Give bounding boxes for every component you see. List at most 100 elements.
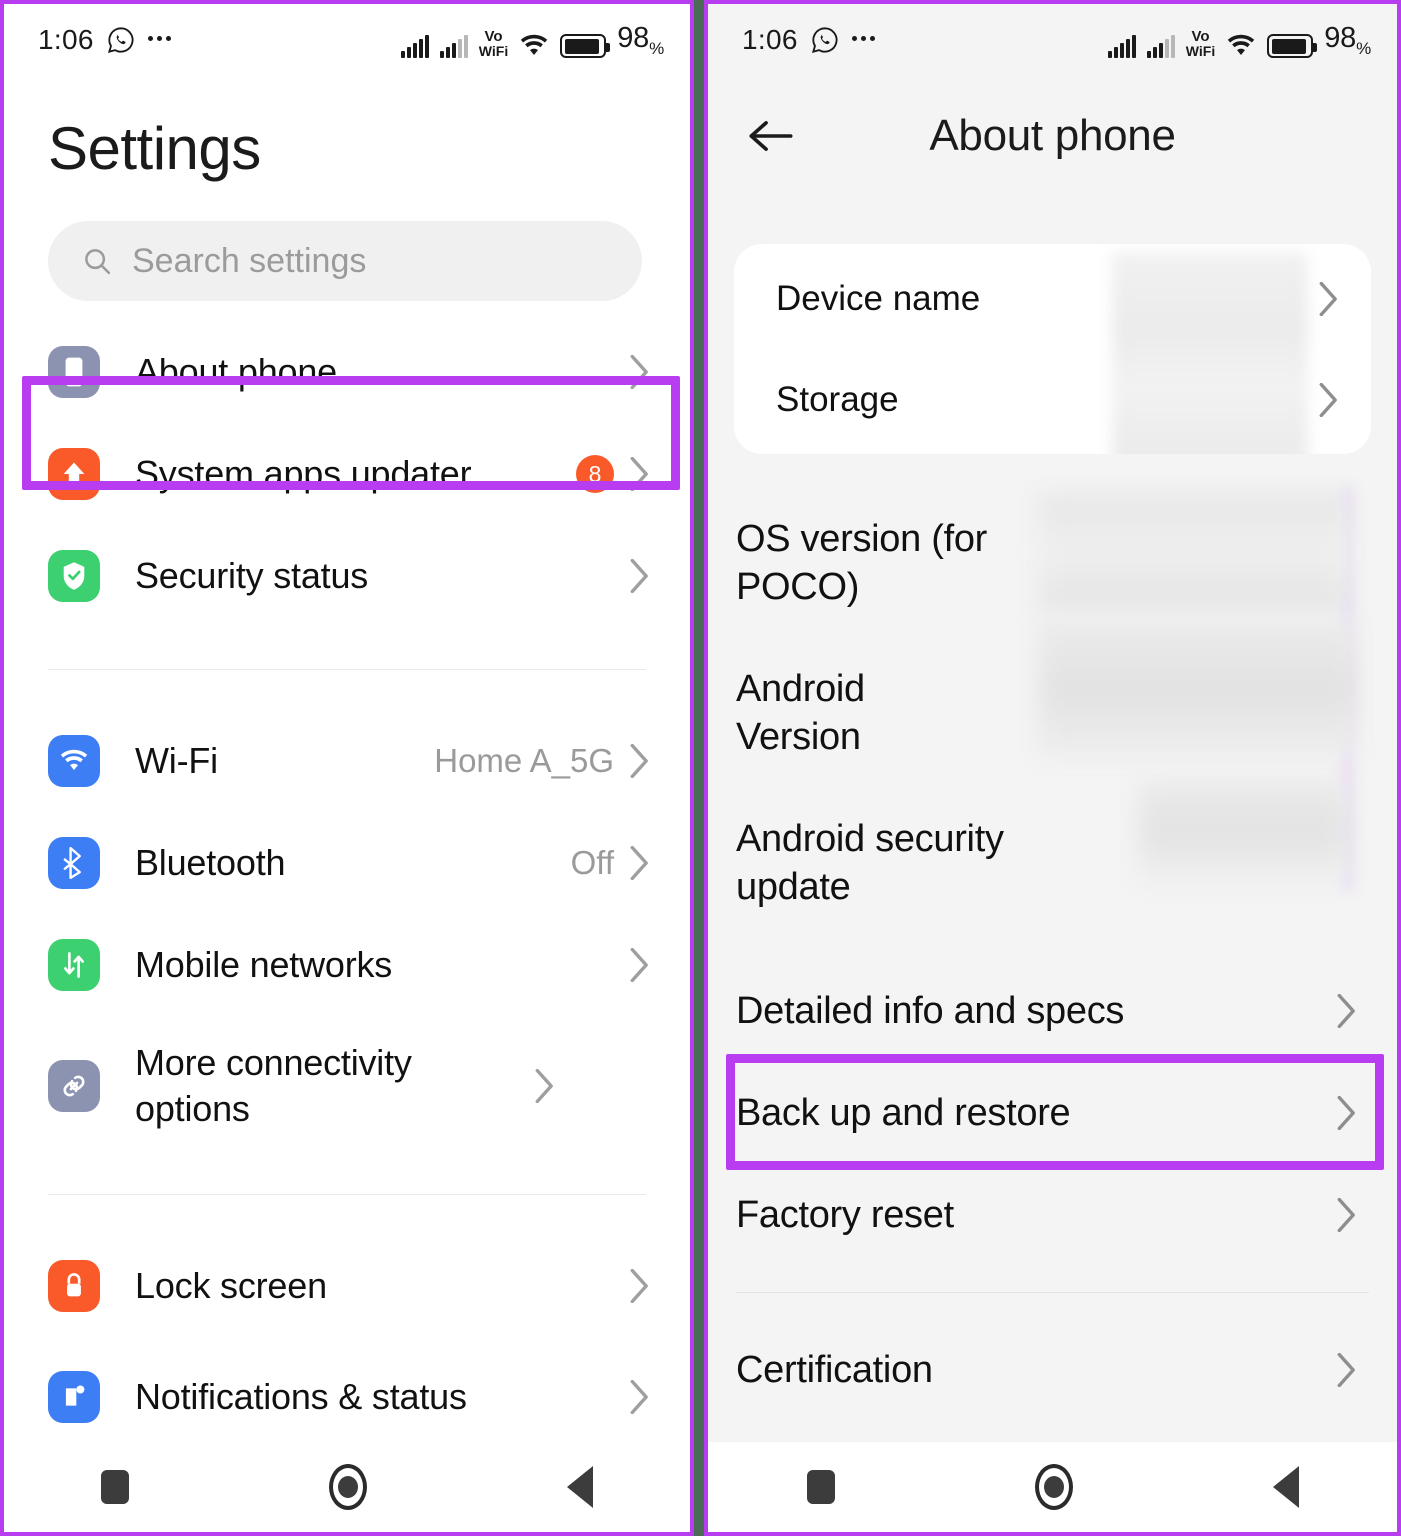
chevron-right-icon [1337, 1096, 1355, 1130]
link-icon [48, 1060, 100, 1112]
menu-section-divider [736, 1292, 1369, 1293]
section-divider-2 [48, 1194, 646, 1195]
battery-unit: % [1356, 38, 1371, 58]
chevron-right-icon [630, 559, 648, 593]
sidebar-item-bluetooth[interactable]: Bluetooth Off [4, 812, 690, 914]
sidebar-item-about-phone[interactable]: About phone [4, 321, 690, 423]
action-menu-list-2: Certification [708, 1319, 1397, 1421]
signal-bars-icon [400, 34, 429, 59]
chevron-right-icon [630, 1269, 648, 1303]
sidebar-item-label: Wi-Fi [135, 739, 218, 781]
chevron-right-icon [630, 457, 648, 491]
whatsapp-icon [811, 27, 838, 53]
menu-item-label: Back up and restore [736, 1091, 1071, 1134]
triangle-back-icon[interactable] [1272, 1466, 1299, 1508]
info-row-label: Android Version [736, 667, 865, 758]
sidebar-item-security-status[interactable]: Security status [4, 525, 690, 627]
status-badge: 8 [576, 455, 614, 493]
sidebar-item-more-connectivity-options[interactable]: More connectivity options [4, 1016, 690, 1156]
sidebar-item-label: More connectivity options [135, 1041, 412, 1129]
battery-percentage: 98% [617, 22, 664, 59]
chevron-right-icon [535, 1069, 553, 1103]
status-time-2: 1:06 [742, 24, 798, 55]
signal-bars-icon [1107, 34, 1136, 59]
about-phone-content: About phone Device name Storage OS versi… [708, 76, 1397, 1442]
bluetooth-icon [48, 837, 100, 889]
info-row-os-version[interactable]: OS version (for POCO) [708, 488, 1397, 638]
sidebar-item-label: Notifications & status [135, 1375, 467, 1417]
sidebar-item-notifications-status[interactable]: Notifications & status [4, 1337, 690, 1442]
menu-item-back-up-and-restore[interactable]: Back up and restore [708, 1062, 1397, 1164]
status-bar-left-group: 1:06 [38, 24, 171, 56]
navigation-bar-right [708, 1442, 1397, 1532]
status-bar-right: 1:06 Vo WiFi 98% [708, 4, 1397, 76]
redacted-value-blur [1112, 252, 1308, 454]
chevron-right-icon [1319, 281, 1337, 316]
battery-icon [1267, 34, 1318, 59]
status-time: 1:06 [38, 24, 94, 55]
sidebar-item-label: About phone [135, 350, 337, 392]
signal-bars-icon-2 [439, 34, 468, 59]
chevron-right-icon [630, 355, 648, 389]
shield-check-icon [48, 550, 100, 602]
sidebar-item-label: Mobile networks [135, 943, 393, 985]
info-row-android-version[interactable]: Android Version [708, 638, 1397, 788]
chevron-right-icon [630, 948, 648, 982]
chevron-right-icon [630, 744, 648, 778]
version-info-list: OS version (for POCO) Android Version An… [708, 488, 1397, 938]
circle-home-icon[interactable] [1034, 1464, 1073, 1510]
app-bar-title: About phone [929, 111, 1176, 160]
signal-bars-icon-2 [1146, 34, 1175, 59]
volte-wifi-indicator: Vo WiFi [1186, 29, 1215, 58]
settings-group-2: Wi-Fi Home A_5G Bluetooth Off Mobile net… [4, 710, 690, 1156]
battery-level-value: 98 [617, 21, 650, 54]
dual-screenshot-stage: 1:06 Vo WiFi 98% Settings Search setting… [0, 0, 1401, 1536]
status-bar-right-group-2: Vo WiFi 98% [1107, 22, 1371, 59]
sidebar-item-mobile-networks[interactable]: Mobile networks [4, 914, 690, 1016]
more-dots-icon [851, 35, 875, 41]
sidebar-item-label: Lock screen [135, 1264, 327, 1306]
sidebar-item-label: System apps updater [135, 452, 472, 494]
square-recents-icon[interactable] [806, 1470, 835, 1504]
volte-wifi-indicator: Vo WiFi [478, 29, 509, 59]
square-recents-icon[interactable] [101, 1470, 129, 1504]
notification-icon [48, 1371, 100, 1423]
status-bar-left-group-2: 1:06 [742, 24, 875, 56]
chevron-right-icon [1319, 382, 1337, 417]
volte-label-bottom: WiFi [478, 42, 509, 59]
settings-group-3: Lock screen Notifications & status [4, 1235, 690, 1442]
settings-group-1: About phone System apps updater 8 Securi [4, 321, 690, 627]
action-menu-list: Detailed info and specs Back up and rest… [708, 960, 1397, 1266]
menu-item-label: Detailed info and specs [736, 989, 1125, 1032]
chevron-right-icon [1337, 1198, 1355, 1232]
menu-item-label: Factory reset [736, 1193, 954, 1236]
page-title: Settings [48, 115, 261, 182]
search-icon [85, 249, 111, 275]
chevron-right-icon [1337, 994, 1355, 1028]
sidebar-item-wifi[interactable]: Wi-Fi Home A_5G [4, 710, 690, 812]
info-row-label: OS version (for POCO) [736, 517, 988, 608]
sidebar-item-label: Security status [135, 554, 369, 596]
search-placeholder: Search settings [132, 241, 367, 280]
circle-home-icon[interactable] [329, 1464, 367, 1510]
battery-icon [560, 34, 611, 59]
chevron-right-icon [1337, 1353, 1355, 1387]
menu-item-certification[interactable]: Certification [708, 1319, 1397, 1421]
menu-item-factory-reset[interactable]: Factory reset [708, 1164, 1397, 1266]
whatsapp-icon [107, 27, 134, 53]
battery-percentage: 98% [1324, 22, 1371, 59]
lock-icon [48, 1260, 100, 1312]
sidebar-item-system-apps-updater[interactable]: System apps updater 8 [4, 423, 690, 525]
chevron-right-icon [630, 1380, 648, 1414]
sidebar-item-lock-screen[interactable]: Lock screen [4, 1235, 690, 1337]
battery-level-value: 98 [1324, 21, 1357, 54]
menu-item-detailed-info-and-specs[interactable]: Detailed info and specs [708, 960, 1397, 1062]
wifi-icon [521, 35, 548, 56]
triangle-back-icon[interactable] [567, 1466, 593, 1508]
wifi-icon [1228, 35, 1255, 56]
info-row-android-security-update[interactable]: Android security update [708, 788, 1397, 938]
data-arrows-icon [48, 939, 100, 991]
search-input[interactable]: Search settings [48, 221, 642, 301]
wifi-icon [48, 735, 100, 787]
device-card: Device name Storage [734, 244, 1371, 454]
